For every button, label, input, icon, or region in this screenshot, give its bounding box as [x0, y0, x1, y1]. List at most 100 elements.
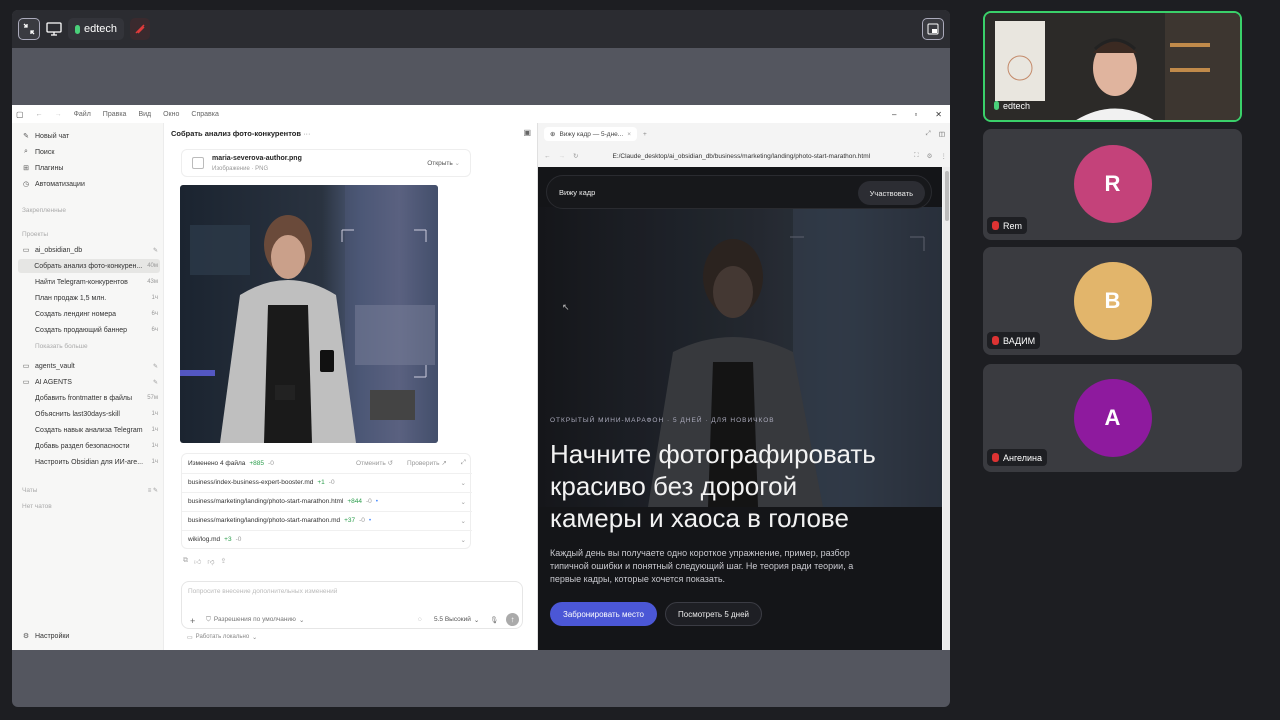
close-icon[interactable]: ✕	[935, 110, 942, 119]
more-options-icon[interactable]: ···	[303, 129, 311, 138]
settings-button[interactable]: ⚙ Настройки	[18, 629, 160, 643]
project-folder[interactable]: ▭ AI AGENTS ✎	[18, 375, 160, 389]
exit-fullscreen-button[interactable]	[18, 18, 40, 40]
changed-file-row[interactable]: business/index-business-expert-booster.m…	[182, 473, 472, 491]
view-days-button[interactable]: Посмотреть 5 дней	[665, 602, 762, 626]
forward-icon[interactable]: →	[559, 153, 566, 160]
send-button[interactable]: ↑	[506, 613, 519, 626]
reload-icon[interactable]: ↻	[573, 152, 578, 160]
agent-chat-item[interactable]: Настроить Obsidian для ИИ-аге... 1ч	[18, 455, 160, 469]
model-selector[interactable]: 5.5 Высокий ⌄	[434, 616, 479, 624]
back-icon[interactable]: ←	[36, 111, 43, 118]
menu-file[interactable]: Файл	[74, 111, 91, 118]
menu-window[interactable]: Окно	[163, 111, 179, 118]
tab-strip: ⊕ Вижу кадр — 5-дне... × + ⤢ ◫	[538, 123, 950, 145]
file-attachment-card[interactable]: maria-severova-author.png Изображение · …	[181, 149, 471, 177]
landing-brand[interactable]: Вижу кадр	[559, 188, 595, 197]
menu-help[interactable]: Справка	[191, 111, 218, 118]
show-more-link[interactable]: Показать больше	[18, 339, 160, 353]
external-link-icon[interactable]: ⤢	[926, 130, 931, 138]
panel-toggle-icon[interactable]: ▣	[523, 128, 531, 137]
sidebar-toggle-icon[interactable]: ▢	[16, 110, 24, 119]
sidebar-item-new-chat[interactable]: ✎ Новый чат	[18, 129, 160, 143]
filter-icon[interactable]: ≡ ✎	[148, 487, 160, 494]
scrollbar-thumb[interactable]	[945, 171, 949, 221]
screen-share-button[interactable]	[44, 18, 64, 40]
participant-tile[interactable]: R Rem	[983, 129, 1242, 240]
scrollbar[interactable]	[943, 167, 950, 650]
layout-toggle-button[interactable]	[922, 18, 944, 40]
grid-icon: ⊞	[23, 165, 29, 172]
participant-name-tag: Ангелина	[987, 449, 1048, 466]
more-options-icon[interactable]: ⋮	[941, 152, 948, 160]
permissions-dropdown[interactable]: ⛉ Разрешения по умолчанию ⌄	[206, 616, 304, 624]
agent-chat-item[interactable]: Добавь раздел безопасности 1ч	[18, 439, 160, 453]
project-chat-item[interactable]: План продаж 1,5 млн. 1ч	[18, 291, 160, 305]
changed-file-row[interactable]: wiki/log.md +3 -0 ⌄	[182, 530, 472, 548]
thumbs-down-icon[interactable]: 👎︎	[207, 557, 214, 566]
participate-button[interactable]: Участвовать	[857, 181, 925, 205]
microphone-icon[interactable]: 🎙︎	[490, 616, 498, 624]
agent-chat-item[interactable]: Объяснить last30days-skill 1ч	[18, 407, 160, 421]
url-field[interactable]: E:/Claude_desktop/ai_obsidian_db/busines…	[612, 153, 870, 160]
screenshot-icon[interactable]: ⛶	[914, 152, 919, 160]
mic-status[interactable]: edtech	[68, 18, 124, 40]
browser-tab[interactable]: ⊕ Вижу кадр — 5-дне... ×	[544, 127, 638, 141]
landing-page: Вижу кадр Участвовать ОТКРЫТЫЙ МИНИ-МАРА…	[538, 167, 942, 650]
open-file-button[interactable]: Открыть ⌄	[427, 159, 460, 167]
thumbs-up-icon[interactable]: 👍︎	[194, 557, 201, 566]
message-input-box[interactable]: Попросите внесение дополнительных измене…	[181, 581, 523, 629]
message-input[interactable]: Попросите внесение дополнительных измене…	[188, 588, 337, 595]
project-folder[interactable]: ▭ agents_vault ✎	[18, 359, 160, 373]
split-view-icon[interactable]: ◫	[939, 130, 945, 138]
new-chat-in-project-icon[interactable]: ✎	[153, 247, 160, 254]
agent-chat-item[interactable]: Добавить frontmatter в файлы 57м	[18, 391, 160, 405]
work-mode-dropdown[interactable]: ▭ Работать локально ⌄	[187, 634, 257, 641]
chevron-down-icon: ⌄	[460, 479, 466, 487]
changes-summary-card: Изменено 4 файла +885 -0 Отменить ↺ Пров…	[181, 453, 472, 549]
minimize-icon[interactable]: –	[892, 110, 896, 119]
menu-edit[interactable]: Правка	[103, 111, 127, 118]
folder-icon: ▭	[22, 379, 30, 386]
photo-illustration	[180, 185, 438, 443]
agent-chat-item[interactable]: Создать навык анализа Telegram 1ч	[18, 423, 160, 437]
new-tab-icon[interactable]: +	[643, 131, 647, 138]
mic-muted-icon	[992, 453, 999, 462]
add-attachment-icon[interactable]: +	[190, 616, 195, 626]
share-icon[interactable]: ⇪	[220, 557, 226, 566]
sidebar-item-plugins[interactable]: ⊞ Плагины	[18, 161, 160, 175]
project-chat-item[interactable]: Создать лендинг номера 6ч	[18, 307, 160, 321]
project-chat-item[interactable]: Собрать анализ фото-конкурен... 40м	[18, 259, 160, 273]
book-seat-button[interactable]: Забронировать место	[550, 602, 658, 626]
back-icon[interactable]: ←	[544, 153, 551, 160]
clock-icon: ◷	[22, 181, 30, 188]
menu-view[interactable]: Вид	[138, 111, 151, 118]
maximize-icon[interactable]: ▫	[914, 110, 917, 119]
project-chat-item[interactable]: Создать продающий баннер 6ч	[18, 323, 160, 337]
participant-tile[interactable]: B ВАДИМ	[983, 247, 1242, 355]
project-chat-item[interactable]: Найти Telegram-конкурентов 43м	[18, 275, 160, 289]
no-chats-label: Нет чатов	[22, 502, 52, 510]
participant-tile[interactable]: A Ангелина	[983, 364, 1242, 472]
sidebar-item-search[interactable]: ⌕ Поиск	[18, 145, 160, 159]
changed-file-row[interactable]: business/marketing/landing/photo-start-m…	[182, 511, 472, 529]
changes-header: Изменено 4 файла +885 -0 Отменить ↺ Пров…	[188, 459, 466, 467]
copy-icon[interactable]: ⧉	[183, 557, 188, 566]
forward-icon[interactable]: →	[55, 111, 62, 118]
participant-name-tag: edtech	[989, 97, 1035, 114]
app-icon-button[interactable]	[130, 18, 150, 40]
close-icon[interactable]: ×	[627, 131, 631, 138]
file-type: Изображение · PNG	[212, 166, 269, 172]
project-folder[interactable]: ▭ ai_obsidian_db ✎	[18, 243, 160, 257]
folder-icon: ▭	[22, 363, 30, 370]
sidebar-item-automations[interactable]: ◷ Автоматизации	[18, 177, 160, 191]
undo-button[interactable]: Отменить ↺	[356, 459, 393, 467]
review-button[interactable]: Проверить ↗	[407, 459, 447, 467]
expand-icon[interactable]: ⤢	[461, 459, 466, 467]
participant-tile-speaker[interactable]: edtech	[983, 11, 1242, 122]
new-chat-in-project-icon[interactable]: ✎	[153, 363, 160, 370]
settings-icon[interactable]: ⚙	[927, 152, 933, 160]
meeting-toolbar: edtech	[12, 10, 950, 48]
changed-file-row[interactable]: business/marketing/landing/photo-start-m…	[182, 492, 472, 510]
new-chat-in-project-icon[interactable]: ✎	[153, 379, 160, 386]
